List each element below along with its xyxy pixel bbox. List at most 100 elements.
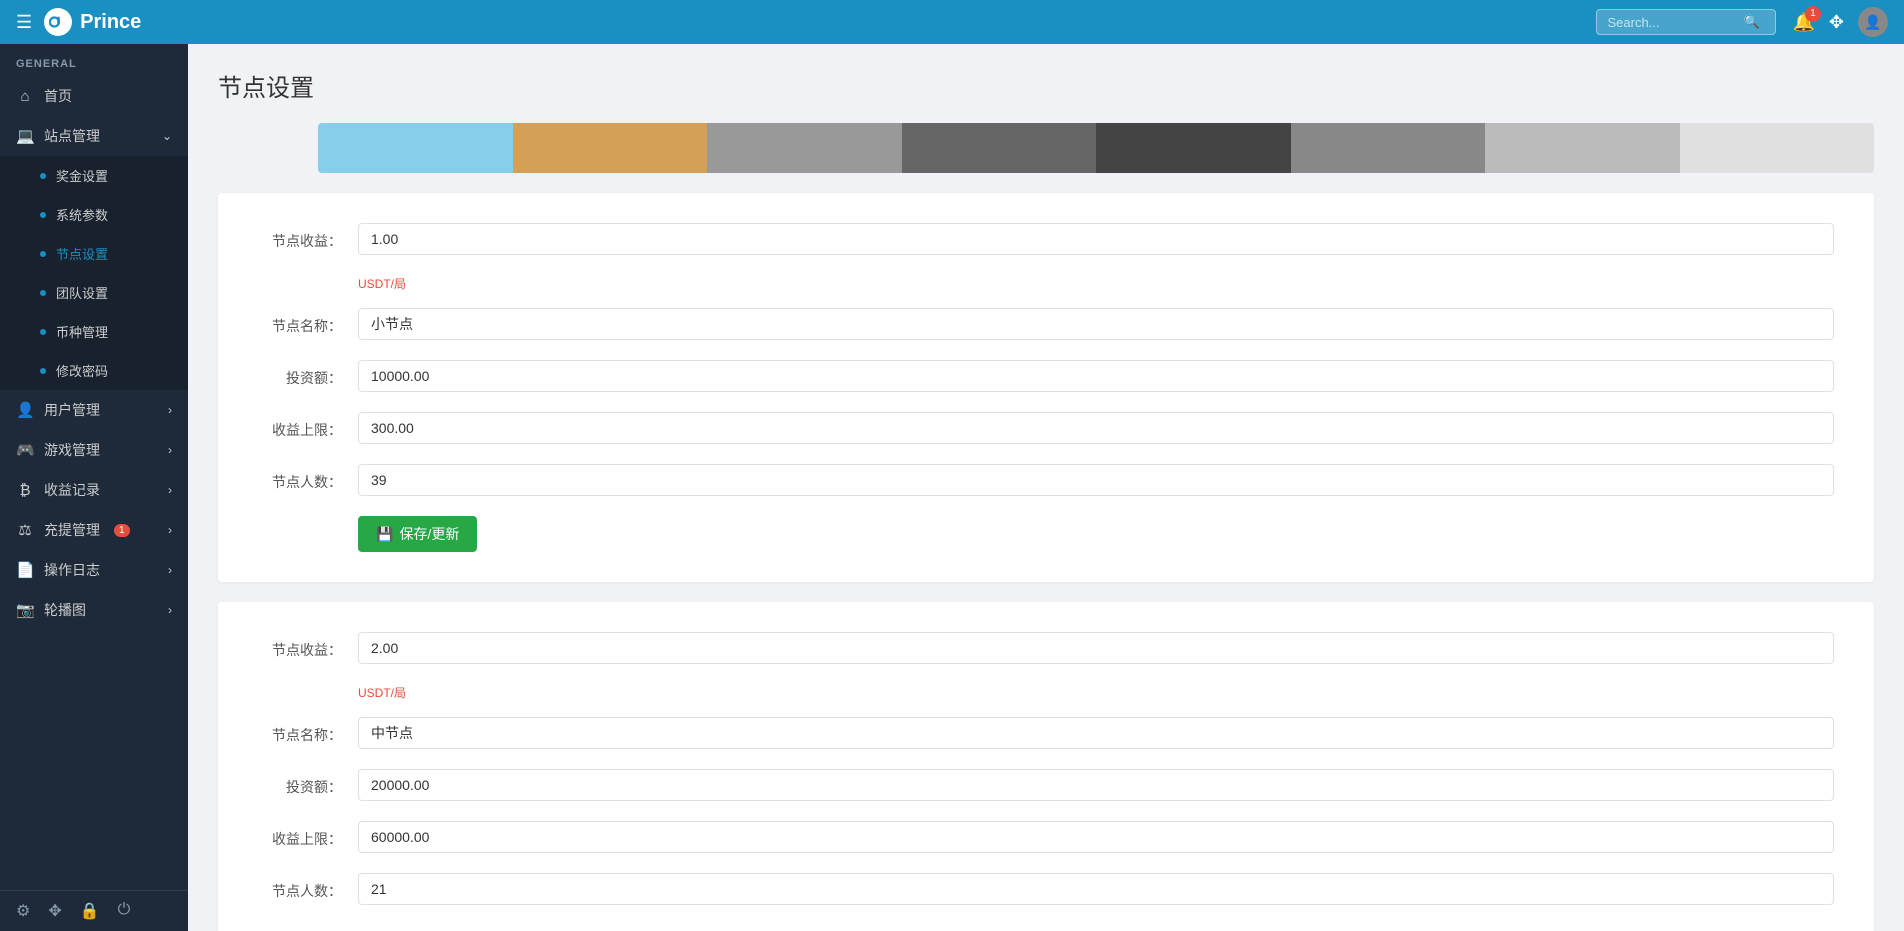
logo-area: Prince — [44, 8, 141, 36]
income-label-1: 节点收益： — [258, 223, 358, 251]
form-row-name-2: 节点名称： — [258, 717, 1834, 749]
sidebar-sub-menu: 奖金设置 系统参数 节点设置 团队设置 币种管理 修改密码 — [0, 156, 188, 390]
form-row-income-1: 节点收益： — [258, 223, 1834, 255]
sidebar-bonus-label: 奖金设置 — [56, 166, 108, 185]
monitor-icon: 💻 — [16, 127, 34, 145]
sidebar-node-settings-label: 节点设置 — [56, 244, 108, 263]
sidebar-item-change-pwd[interactable]: 修改密码 — [0, 351, 188, 390]
search-icon[interactable]: 🔍 — [1743, 14, 1759, 30]
members-label-2: 节点人数： — [258, 873, 358, 901]
income-label-2: 节点收益： — [258, 632, 358, 660]
chevron-right-icon: › — [168, 403, 172, 417]
hamburger-icon[interactable]: ☰ — [16, 12, 32, 33]
sidebar-income-records-label: 收益记录 — [44, 480, 100, 500]
color-swatch[interactable] — [1096, 123, 1291, 173]
search-input[interactable] — [1607, 15, 1737, 30]
sidebar-item-team-settings[interactable]: 团队设置 — [0, 273, 188, 312]
form-row-income-2: 节点收益： — [258, 632, 1834, 664]
form-row-invest-1: 投资额： — [258, 360, 1834, 392]
name-input-1[interactable] — [358, 308, 1834, 340]
node-1-form: 节点收益： USDT/局 节点名称： 投资额： 收益上限： — [218, 193, 1874, 582]
color-swatch[interactable] — [1680, 123, 1875, 173]
form-row-name-1: 节点名称： — [258, 308, 1834, 340]
members-input-1[interactable] — [358, 464, 1834, 496]
members-input-2[interactable] — [358, 873, 1834, 905]
form-row-profit-cap-1: 收益上限： — [258, 412, 1834, 444]
color-swatch[interactable] — [1291, 123, 1486, 173]
chevron-right-icon6: › — [168, 603, 172, 617]
invest-input-1[interactable] — [358, 360, 1834, 392]
sidebar-team-settings-label: 团队设置 — [56, 283, 108, 302]
chevron-down-icon: ⌄ — [162, 129, 172, 143]
sidebar-item-recharge-mgmt[interactable]: ⚖ 充提管理 1 › — [0, 510, 188, 550]
game-icon: 🎮 — [16, 441, 34, 459]
invest-label-2: 投资额： — [258, 769, 358, 797]
color-swatch[interactable] — [1485, 123, 1680, 173]
color-swatch[interactable] — [513, 123, 708, 173]
lock-icon[interactable]: 🔒 — [80, 901, 100, 921]
logo-icon — [44, 8, 72, 36]
color-swatch[interactable] — [707, 123, 902, 173]
members-label-1: 节点人数： — [258, 464, 358, 492]
indicator-currency-mgmt — [40, 329, 46, 335]
sidebar-item-home[interactable]: ⌂ 首页 — [0, 76, 188, 116]
form-row-members-1: 节点人数： — [258, 464, 1834, 496]
layout-icon[interactable]: ✥ — [48, 901, 61, 921]
color-palette — [318, 123, 1874, 173]
page-title: 节点设置 — [218, 68, 1874, 103]
sidebar-item-operation-log[interactable]: 📄 操作日志 › — [0, 550, 188, 590]
home-icon: ⌂ — [16, 88, 34, 105]
sidebar-item-station-mgmt[interactable]: 💻 站点管理 ⌄ — [0, 116, 188, 156]
header-right: 🔍 🔔 1 ✥ 👤 — [1596, 7, 1888, 37]
profit-cap-input-1[interactable] — [358, 412, 1834, 444]
invest-input-2[interactable] — [358, 769, 1834, 801]
sidebar-item-income-records[interactable]: ₿ 收益记录 › — [0, 470, 188, 510]
header-left: ☰ Prince — [16, 8, 141, 36]
income-unit-1: USDT/局 — [358, 275, 406, 292]
sidebar-item-node-settings[interactable]: 节点设置 — [0, 234, 188, 273]
invest-label-1: 投资额： — [258, 360, 358, 388]
sidebar-item-carousel[interactable]: 📷 轮播图 › — [0, 590, 188, 630]
sidebar-item-game-mgmt[interactable]: 🎮 游戏管理 › — [0, 430, 188, 470]
power-icon[interactable]: ⏻ — [118, 901, 131, 921]
sidebar-change-pwd-label: 修改密码 — [56, 361, 108, 380]
sidebar-item-bonus[interactable]: 奖金设置 — [0, 156, 188, 195]
indicator-change-pwd — [40, 368, 46, 374]
sidebar-item-sys-params[interactable]: 系统参数 — [0, 195, 188, 234]
settings-icon[interactable]: ⚙ — [16, 901, 30, 921]
chevron-right-icon4: › — [168, 523, 172, 537]
notification-badge: 1 — [1805, 6, 1821, 22]
income-input-1[interactable] — [358, 223, 1834, 255]
sidebar-sys-params-label: 系统参数 — [56, 205, 108, 224]
avatar[interactable]: 👤 — [1858, 7, 1888, 37]
sidebar-user-mgmt-label: 用户管理 — [44, 400, 100, 420]
name-label-2: 节点名称： — [258, 717, 358, 745]
sidebar-home-label: 首页 — [44, 86, 72, 106]
log-icon: 📄 — [16, 561, 34, 579]
notification-icon[interactable]: 🔔 1 — [1792, 12, 1814, 33]
income-input-2[interactable] — [358, 632, 1834, 664]
sidebar-item-user-mgmt[interactable]: 👤 用户管理 › — [0, 390, 188, 430]
name-label-1: 节点名称： — [258, 308, 358, 336]
search-box[interactable]: 🔍 — [1596, 9, 1776, 35]
sidebar-item-currency-mgmt[interactable]: 币种管理 — [0, 312, 188, 351]
color-swatch[interactable] — [902, 123, 1097, 173]
node-2-form: 节点收益： USDT/局 节点名称： 投资额： 收益上限： — [218, 602, 1874, 931]
profit-cap-input-2[interactable] — [358, 821, 1834, 853]
header: ☰ Prince 🔍 🔔 1 ✥ 👤 — [0, 0, 1904, 44]
save-label-1: 保存/更新 — [399, 524, 459, 544]
image-icon: 📷 — [16, 601, 34, 619]
app-title: Prince — [80, 11, 141, 34]
scale-icon: ⚖ — [16, 521, 34, 539]
main-layout: GENERAL ⌂ 首页 💻 站点管理 ⌄ 奖金设置 系统参数 节点设置 — [0, 44, 1904, 931]
form-row-profit-cap-2: 收益上限： — [258, 821, 1834, 853]
chevron-right-icon5: › — [168, 563, 172, 577]
form-row-invest-2: 投资额： — [258, 769, 1834, 801]
fullscreen-icon[interactable]: ✥ — [1829, 12, 1844, 33]
sidebar-station-label: 站点管理 — [44, 126, 100, 146]
color-swatch[interactable] — [318, 123, 513, 173]
profit-cap-label-1: 收益上限： — [258, 412, 358, 440]
save-button-1[interactable]: 💾 保存/更新 — [358, 516, 477, 552]
income-unit-2: USDT/局 — [358, 684, 406, 701]
name-input-2[interactable] — [358, 717, 1834, 749]
